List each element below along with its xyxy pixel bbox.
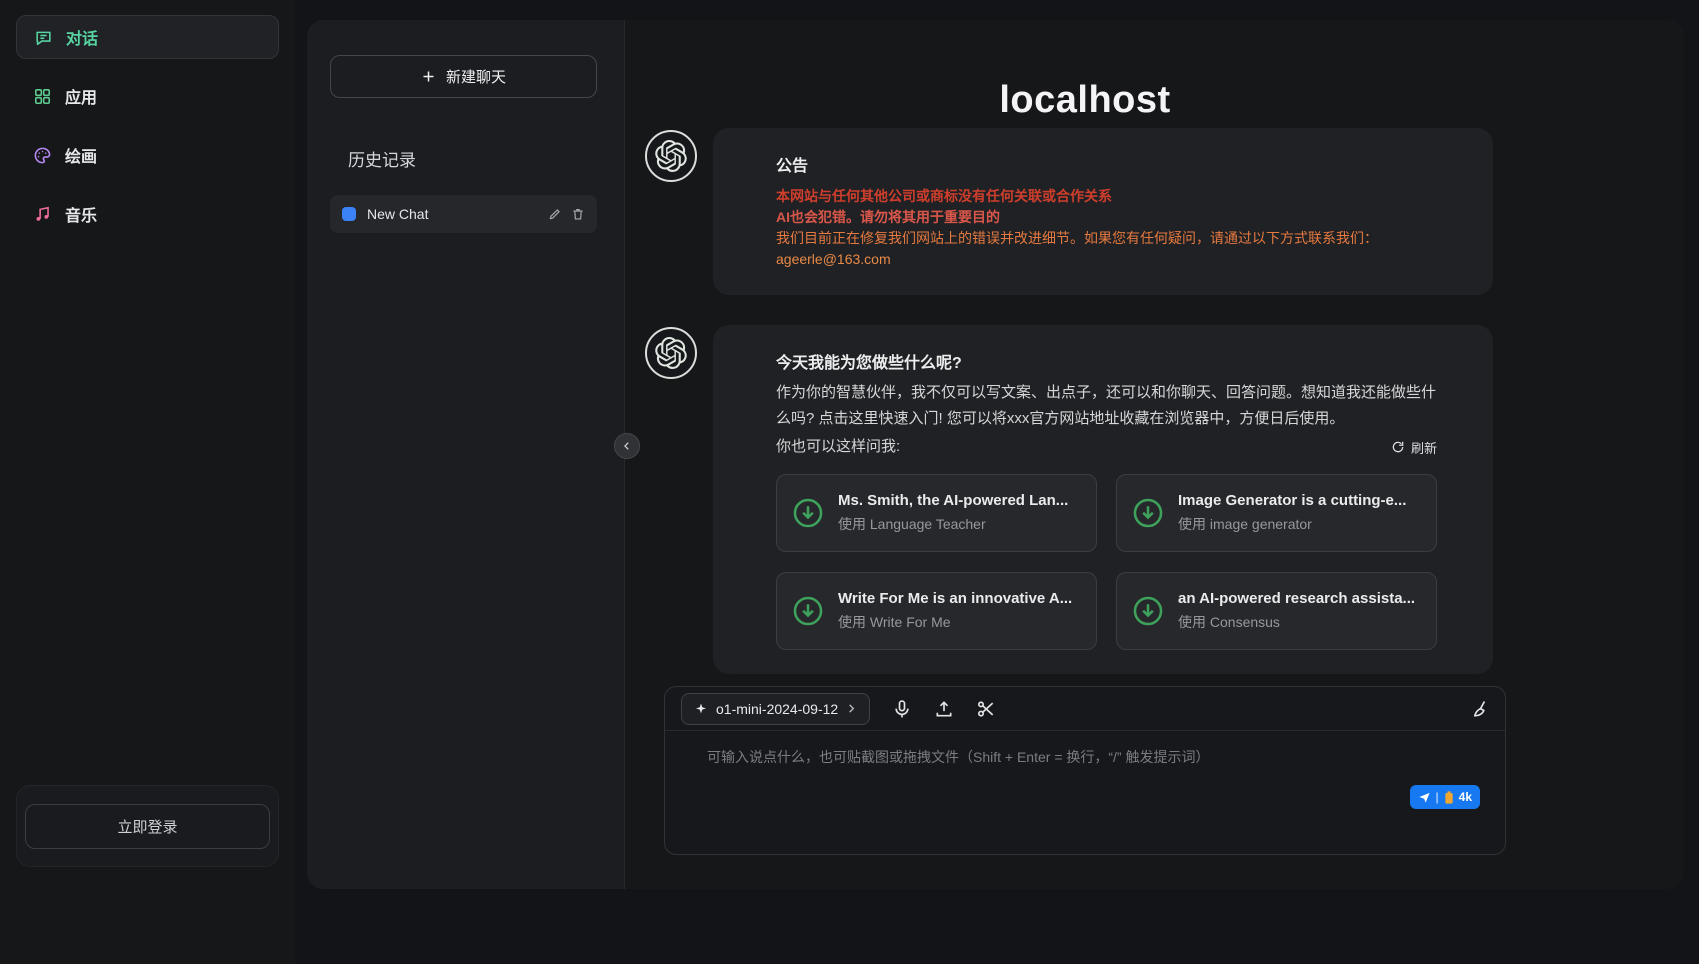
login-button[interactable]: 立即登录 [25,804,270,849]
model-selector[interactable]: o1-mini-2024-09-12 [681,693,870,725]
battery-icon [1444,791,1454,804]
contact-email-link[interactable]: ageerle@163.com [776,249,1437,270]
send-icon [1418,791,1431,804]
chat-item-icon [342,207,356,221]
suggestion-title: an AI-powered research assista... [1178,590,1415,607]
download-circle-icon [1131,594,1165,628]
download-circle-icon [1131,496,1165,530]
suggestion-subtitle: 使用 Language Teacher [838,514,1068,534]
sidebar-item-label: 音乐 [65,202,97,226]
sparkle-icon [694,702,708,716]
upload-icon[interactable] [934,699,954,719]
chat-list-item[interactable]: New Chat [330,195,597,233]
suggestion-card[interactable]: Image Generator is a cutting-e... 使用 ima… [1116,474,1437,552]
chevron-right-icon [846,703,857,714]
composer: o1-mini-2024-09-12 | 4k [664,686,1506,855]
chat-item-title: New Chat [367,206,539,222]
suggestion-subtitle: 使用 image generator [1178,514,1406,534]
collapse-sidebar-button[interactable] [614,433,640,459]
palette-icon [33,146,52,165]
sidebar-item-apps[interactable]: 应用 [16,74,279,118]
suggestion-text: Image Generator is a cutting-e... 使用 ima… [1178,492,1406,534]
hint-row: 你也可以这样问我: 刷新 [776,434,1437,460]
model-label: o1-mini-2024-09-12 [716,701,838,717]
chat-bubble-icon [34,28,53,47]
apps-grid-icon [33,87,52,106]
refresh-icon [1391,440,1405,454]
app-window: 对话 应用 绘画 音乐 立即登录 新建聊天 历史记录 [0,0,1699,964]
login-panel: 立即登录 [16,785,279,867]
openai-logo-icon [655,140,687,172]
announcement-line: AI也会犯错。请勿将其用于重要目的 [776,207,1437,228]
suggestion-title: Write For Me is an innovative A... [838,590,1072,607]
sidebar-item-chat[interactable]: 对话 [16,15,279,59]
trash-icon[interactable] [571,207,585,221]
welcome-title: 今天我能为您做些什么呢? [776,349,1437,373]
suggestion-card[interactable]: an AI-powered research assista... 使用 Con… [1116,572,1437,650]
suggestion-subtitle: 使用 Consensus [1178,612,1415,632]
badge-divider: | [1436,790,1439,804]
announcement-message: 公告 本网站与任何其他公司或商标没有任何关联或合作关系 AI也会犯错。请勿将其用… [713,128,1493,295]
suggestion-grid: Ms. Smith, the AI-powered Lan... 使用 Lang… [776,474,1437,650]
download-circle-icon [791,594,825,628]
sidebar-item-music[interactable]: 音乐 [16,192,279,236]
suggestion-subtitle: 使用 Write For Me [838,612,1072,632]
plus-icon [421,69,436,84]
refresh-button[interactable]: 刷新 [1391,438,1437,457]
new-chat-button[interactable]: 新建聊天 [330,55,597,98]
suggestion-text: an AI-powered research assista... 使用 Con… [1178,590,1415,632]
scissors-icon[interactable] [976,699,996,719]
page-title: localhost [625,79,1545,122]
message-input[interactable] [705,745,1439,827]
announcement-line: 本网站与任何其他公司或商标没有任何关联或合作关系 [776,186,1437,207]
suggestion-text: Ms. Smith, the AI-powered Lan... 使用 Lang… [838,492,1068,534]
broom-clear-icon[interactable] [1469,699,1489,719]
announcement-line: 我们目前正在修复我们网站上的错误并改进细节。如果您有任何疑问，请通过以下方式联系… [776,228,1437,249]
download-circle-icon [791,496,825,530]
suggestion-title: Image Generator is a cutting-e... [1178,492,1406,509]
sidebar-item-label: 应用 [65,84,97,108]
edit-pencil-icon[interactable] [548,207,562,221]
welcome-message: 今天我能为您做些什么呢? 作为你的智慧伙伴，我不仅可以写文案、出点子，还可以和你… [713,325,1493,674]
suggestion-card[interactable]: Ms. Smith, the AI-powered Lan... 使用 Lang… [776,474,1097,552]
sidebar: 对话 应用 绘画 音乐 立即登录 [0,0,295,964]
chevron-left-icon [622,441,632,451]
assistant-avatar [645,130,697,182]
token-count: 4k [1459,790,1472,804]
microphone-icon[interactable] [892,699,912,719]
ask-hint: 你也可以这样问我: [776,434,900,460]
refresh-label: 刷新 [1411,438,1437,457]
welcome-body: 作为你的智慧伙伴，我不仅可以写文案、出点子，还可以和你聊天、回答问题。想知道我还… [776,380,1437,432]
token-count-badge[interactable]: | 4k [1410,785,1480,809]
sidebar-item-label: 对话 [66,25,98,49]
sidebar-item-drawing[interactable]: 绘画 [16,133,279,177]
assistant-avatar [645,327,697,379]
openai-logo-icon [655,337,687,369]
announcement-title: 公告 [776,152,1437,176]
suggestion-text: Write For Me is an innovative A... 使用 Wr… [838,590,1072,632]
new-chat-label: 新建聊天 [446,66,506,87]
suggestion-title: Ms. Smith, the AI-powered Lan... [838,492,1068,509]
composer-toolbar: o1-mini-2024-09-12 [665,687,1505,731]
suggestion-card[interactable]: Write For Me is an innovative A... 使用 Wr… [776,572,1097,650]
history-title: 历史记录 [348,146,416,171]
sidebar-item-label: 绘画 [65,143,97,167]
music-note-icon [33,205,52,224]
